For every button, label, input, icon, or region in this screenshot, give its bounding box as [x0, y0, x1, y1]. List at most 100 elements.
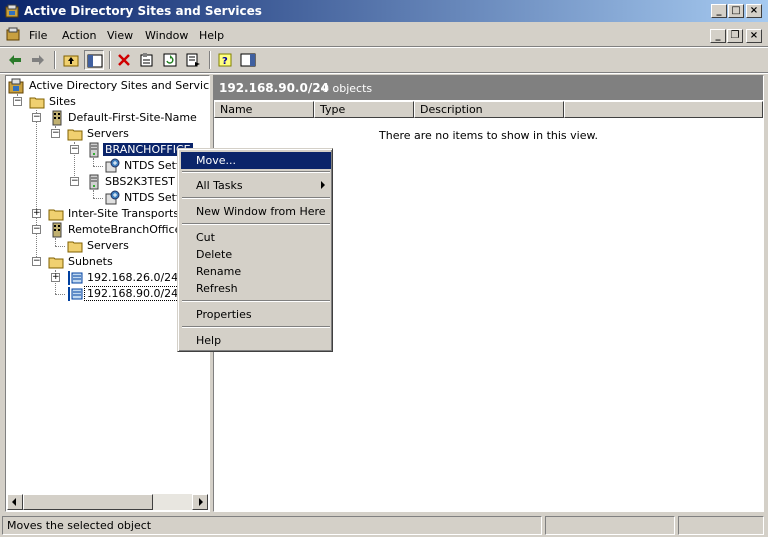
menu-file[interactable]: File	[29, 29, 47, 42]
collapse-toggle[interactable]: −	[32, 113, 41, 122]
properties-button[interactable]	[137, 50, 157, 70]
delete-button[interactable]	[114, 50, 134, 70]
tree-label: Subnets	[68, 255, 113, 268]
menu-item-label: New Window from Here	[196, 205, 326, 218]
help-button[interactable]: ?	[215, 50, 235, 70]
refresh-button[interactable]	[160, 50, 180, 70]
tree-node-subnets[interactable]: − Subnets	[6, 254, 206, 270]
menu-window[interactable]: Window	[145, 29, 188, 42]
refresh-icon	[163, 53, 177, 67]
tree-horizontal-scrollbar[interactable]	[7, 494, 208, 510]
show-hide-tree-icon	[87, 54, 103, 68]
tree-node-ntds-settings[interactable]: NTDS Setti	[6, 190, 206, 206]
close-button[interactable]: ×	[746, 4, 762, 18]
menu-item-all-tasks[interactable]: All Tasks	[181, 177, 331, 194]
tree-label: Active Directory Sites and Services [E	[29, 79, 210, 92]
menu-item-help[interactable]: Help	[181, 332, 331, 349]
show-hide-action-pane-icon	[240, 53, 256, 67]
tree-node-servers[interactable]: Servers	[6, 238, 206, 254]
folder-icon	[48, 209, 64, 221]
details-path: 192.168.90.0/24	[219, 81, 329, 95]
menu-item-cut[interactable]: Cut	[181, 229, 331, 246]
folder-icon	[67, 241, 83, 253]
tree-label: Default-First-Site-Name	[68, 111, 197, 124]
menu-item-label: Rename	[196, 265, 242, 278]
tree-node-remote-branch-office[interactable]: − RemoteBranchOffice	[6, 222, 206, 238]
menu-item-move[interactable]: Move...	[181, 152, 331, 169]
column-header-description[interactable]: Description	[414, 101, 564, 118]
toolbar-divider	[109, 51, 111, 69]
menu-action[interactable]: Action	[62, 29, 96, 42]
collapse-toggle[interactable]: −	[70, 177, 79, 186]
menu-item-new-window[interactable]: New Window from Here	[181, 203, 331, 220]
collapse-toggle[interactable]: −	[13, 97, 22, 106]
menu-item-properties[interactable]: Properties	[181, 306, 331, 323]
title-bar: Active Directory Sites and Services _ □ …	[0, 0, 768, 22]
toolbar-divider	[209, 51, 211, 69]
forward-button[interactable]	[28, 50, 48, 70]
show-hide-action-pane-button[interactable]	[238, 50, 258, 70]
tree-node-root[interactable]: Active Directory Sites and Services [E	[8, 78, 210, 94]
tree-label: Servers	[87, 127, 129, 140]
menu-item-label: Cut	[196, 231, 215, 244]
mdi-restore-button[interactable]: ❐	[727, 29, 743, 43]
expand-toggle[interactable]: +	[32, 209, 41, 218]
tree-node-subnet[interactable]: 192.168.90.0/24	[6, 286, 206, 302]
window-title: Active Directory Sites and Services	[24, 4, 262, 18]
status-panel	[678, 516, 764, 535]
minimize-button[interactable]: _	[711, 4, 727, 18]
scroll-thumb[interactable]	[23, 494, 153, 510]
ad-sites-app-icon	[5, 4, 19, 18]
column-header-name[interactable]: Name	[214, 101, 314, 118]
tree-label: SBS2K3TEST	[105, 175, 175, 188]
tree-node-sites[interactable]: − Sites	[6, 94, 206, 110]
tree-node-servers[interactable]: − Servers	[6, 126, 206, 142]
menu-help[interactable]: Help	[199, 29, 224, 42]
right-arrow-icon	[199, 498, 203, 506]
menu-item-delete[interactable]: Delete	[181, 246, 331, 263]
tree-label: Sites	[49, 95, 76, 108]
console-icon[interactable]	[6, 27, 20, 41]
subnet-icon	[68, 271, 83, 285]
folder-icon	[29, 97, 45, 109]
menu-item-label: Refresh	[196, 282, 238, 295]
menu-separator	[182, 326, 330, 328]
export-list-button[interactable]	[183, 50, 203, 70]
tree-label: NTDS Setti	[124, 191, 184, 204]
menu-item-rename[interactable]: Rename	[181, 263, 331, 280]
maximize-button[interactable]: □	[728, 4, 744, 18]
tree-node-ntds-settings[interactable]: NTDS Setti	[6, 158, 206, 174]
menu-item-refresh[interactable]: Refresh	[181, 280, 331, 297]
collapse-toggle[interactable]: −	[32, 257, 41, 266]
column-header-type[interactable]: Type	[314, 101, 414, 118]
back-button[interactable]	[5, 50, 25, 70]
collapse-toggle[interactable]: −	[70, 145, 79, 154]
properties-icon	[140, 53, 153, 67]
site-icon	[52, 110, 62, 126]
menu-bar: File Action View Window Help	[0, 24, 768, 46]
collapse-toggle[interactable]: −	[51, 129, 60, 138]
tree-node-inter-site-transports[interactable]: + Inter-Site Transports	[6, 206, 206, 222]
show-hide-tree-button[interactable]	[84, 50, 104, 70]
menu-view[interactable]: View	[107, 29, 133, 42]
status-panel	[545, 516, 675, 535]
scroll-right-button[interactable]	[192, 494, 208, 510]
tree-label: RemoteBranchOffice	[68, 223, 182, 236]
back-arrow-icon	[9, 55, 21, 65]
expand-toggle[interactable]: +	[51, 273, 60, 282]
details-header: 192.168.90.0/24 0 objects	[214, 76, 763, 100]
tree-node-default-site[interactable]: − Default-First-Site-Name	[6, 110, 206, 126]
collapse-toggle[interactable]: −	[32, 225, 41, 234]
tree-node-subnet[interactable]: + 192.168.26.0/24	[6, 270, 206, 286]
up-level-button[interactable]	[61, 50, 81, 70]
tree-node-sbs2k3test[interactable]: − SBS2K3TEST	[6, 174, 206, 190]
mdi-minimize-button[interactable]: _	[710, 29, 726, 43]
tree-label: 192.168.90.0/24	[83, 286, 182, 301]
scroll-left-button[interactable]	[7, 494, 23, 510]
toolbar: ?	[0, 48, 768, 72]
site-icon	[52, 222, 62, 238]
tree-label: NTDS Setti	[124, 159, 184, 172]
menu-item-label: Properties	[196, 308, 252, 321]
mdi-close-button[interactable]: ×	[746, 29, 762, 43]
tree-node-branchoffice[interactable]: − BRANCHOFFICE	[6, 142, 206, 158]
